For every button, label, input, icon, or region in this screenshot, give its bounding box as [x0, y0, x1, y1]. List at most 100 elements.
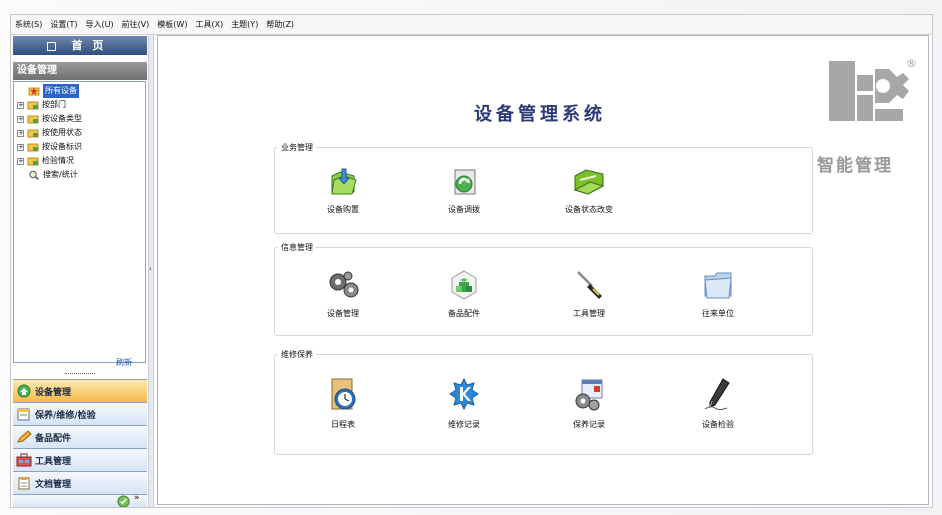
nav-label: 设备管理: [35, 387, 72, 398]
blue-folder-icon: [704, 272, 732, 299]
tree-item-label: 按部门: [42, 100, 66, 109]
tile-label: 往来单位: [702, 309, 734, 318]
tree-item-label: 按使用状态: [42, 128, 82, 137]
group-label: 业务管理: [278, 142, 316, 153]
clipboard-icon: [18, 477, 30, 490]
left-panel: 首页 设备管理 所有设备 + 按部门 + 按设备类型 + 按使用状态 + 按设备…: [11, 35, 150, 507]
collapse-arrow-icon[interactable]: ‹: [149, 265, 152, 273]
main-content: 设备管理系统 业务管理 设备购置 设备调拨 设备状态改变 信息管理 设备管理 备…: [157, 35, 929, 505]
folder-download-icon: [331, 168, 357, 195]
pencil-icon: [17, 430, 32, 443]
tile-label: 工具管理: [573, 309, 605, 318]
tree-item-label: 所有设备: [43, 84, 79, 98]
menu-theme[interactable]: 主题(Y): [227, 15, 262, 34]
tile-status-change[interactable]: 设备状态改变: [544, 166, 634, 215]
group-label: 信息管理: [278, 242, 316, 253]
nav-spare-parts[interactable]: 备品配件: [13, 425, 147, 448]
nav-maintenance[interactable]: 保养/维修/检验: [13, 402, 147, 425]
menu-help[interactable]: 帮助(Z): [262, 15, 298, 34]
tree-item-by-department[interactable]: + 按部门: [17, 98, 66, 112]
home-label: 首页: [71, 39, 114, 52]
tree-item-inspection[interactable]: + 检验情况: [17, 154, 74, 168]
tile-partners[interactable]: 往来单位: [673, 268, 763, 319]
transfer-icon: [454, 169, 476, 195]
tile-repair-records[interactable]: 维修记录: [419, 377, 509, 430]
tile-label: 保养记录: [573, 420, 605, 429]
registered-mark: ®: [906, 57, 917, 70]
expand-icon[interactable]: +: [17, 101, 24, 109]
tree-item-label: 按设备类型: [42, 114, 82, 123]
tile-device-inspection[interactable]: 设备检验: [673, 377, 763, 430]
panel-splitter[interactable]: ‹: [148, 35, 154, 507]
chevron-right-icon[interactable]: »: [134, 493, 140, 503]
expand-icon[interactable]: +: [17, 143, 24, 151]
expand-icon[interactable]: +: [17, 157, 24, 165]
tile-device-transfer[interactable]: 设备调拨: [419, 166, 509, 215]
brand-name: 智能管理: [817, 156, 893, 176]
tile-device-purchase[interactable]: 设备购置: [298, 166, 388, 215]
clock-calendar-icon: [331, 378, 356, 410]
expand-icon[interactable]: +: [17, 115, 24, 123]
tile-label: 备品配件: [448, 309, 480, 318]
tile-device-info[interactable]: 设备管理: [298, 268, 388, 319]
toolbox-icon: [16, 453, 32, 467]
expand-icon[interactable]: +: [17, 129, 24, 137]
app-window: 系统(S) 设置(T) 导入(U) 前往(V) 模板(W) 工具(X) 主题(Y…: [10, 14, 933, 508]
nav-label: 备品配件: [35, 433, 72, 444]
group-label: 维修保养: [278, 349, 316, 360]
tree-item-by-status[interactable]: + 按使用状态: [17, 126, 82, 140]
document-edit-icon: [17, 408, 30, 421]
tile-spare-parts[interactable]: 备品配件: [419, 268, 509, 319]
nav-label: 保养/维修/检验: [35, 410, 96, 421]
menu-bar: 系统(S) 设置(T) 导入(U) 前往(V) 模板(W) 工具(X) 主题(Y…: [11, 15, 932, 35]
folder-icon: [27, 115, 39, 124]
folder-icon: [27, 129, 39, 138]
menu-template[interactable]: 模板(W): [153, 15, 191, 34]
tree-item-label: 搜索/统计: [43, 170, 78, 179]
page-title: 设备管理系统: [474, 104, 606, 125]
menu-import[interactable]: 导入(U): [81, 15, 117, 34]
tree-item-label: 按设备标识: [42, 142, 82, 151]
settings-window-icon: [575, 379, 603, 411]
tile-maintenance-records[interactable]: 保养记录: [544, 377, 634, 430]
menu-goto[interactable]: 前往(V): [118, 15, 154, 34]
tile-label: 维修记录: [448, 420, 480, 429]
tree-item-label: 检验情况: [42, 156, 74, 165]
tile-label: 设备状态改变: [565, 205, 613, 214]
menu-system[interactable]: 系统(S): [11, 15, 46, 34]
k-gear-icon: [449, 377, 479, 411]
tree-item-search[interactable]: 搜索/统计: [28, 168, 78, 182]
tile-tool-info[interactable]: 工具管理: [544, 268, 634, 319]
nav-document-management[interactable]: 文档管理: [13, 471, 147, 494]
green-folder-icon: [573, 169, 605, 195]
tile-label: 日程表: [331, 420, 355, 429]
folder-star-icon: [28, 87, 40, 96]
nav-footer: »: [13, 493, 147, 508]
nav-tool-management[interactable]: 工具管理: [13, 448, 147, 471]
nav-device-management[interactable]: 设备管理: [13, 379, 147, 402]
folder-icon: [27, 101, 39, 110]
tile-schedule[interactable]: 日程表: [298, 377, 388, 430]
home-button[interactable]: 首页: [13, 36, 147, 55]
tile-label: 设备调拨: [448, 205, 480, 214]
menu-tools[interactable]: 工具(X): [191, 15, 227, 34]
pen-signature-icon: [704, 378, 730, 410]
nav-options-icon[interactable]: [117, 495, 130, 508]
tree-item-by-type[interactable]: + 按设备类型: [17, 112, 82, 126]
device-tree[interactable]: 所有设备 + 按部门 + 按设备类型 + 按使用状态 + 按设备标识 + 检验情…: [13, 81, 146, 363]
tile-label: 设备管理: [327, 309, 359, 318]
section-title: 设备管理: [13, 62, 147, 80]
tree-item-all-devices[interactable]: 所有设备: [28, 84, 79, 98]
nav-label: 工具管理: [35, 456, 72, 467]
nav-splitter-grip[interactable]: [65, 373, 95, 376]
nav-label: 文档管理: [35, 479, 72, 490]
home-arrow-icon: [17, 384, 31, 398]
magnifier-icon: [29, 170, 39, 180]
screwdriver-icon: [577, 271, 602, 299]
menu-settings[interactable]: 设置(T): [46, 15, 81, 34]
tree-item-by-tag[interactable]: + 按设备标识: [17, 140, 82, 154]
refresh-link[interactable]: 刷新: [116, 357, 132, 368]
tile-label: 设备检验: [702, 420, 734, 429]
tile-label: 设备购置: [327, 205, 359, 214]
desktop-background: 系统(S) 设置(T) 导入(U) 前往(V) 模板(W) 工具(X) 主题(Y…: [0, 0, 942, 515]
